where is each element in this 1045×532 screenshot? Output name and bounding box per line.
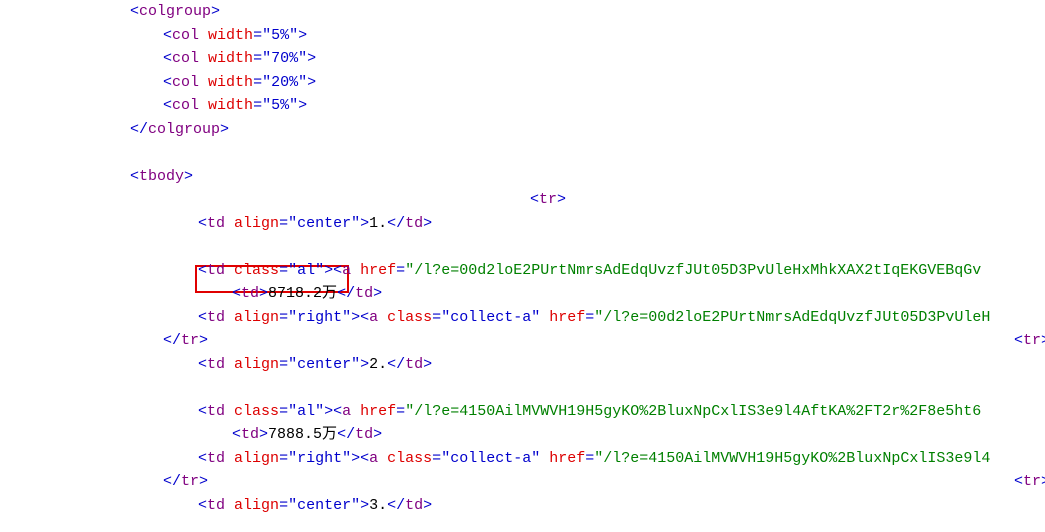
blank-line [0, 235, 1045, 259]
code-line: <col width="5%"> [163, 94, 1045, 118]
code-line: <td>7888.5万</td> [232, 423, 1045, 447]
code-line: <td class="al"><a href="/l?e=4150AilMVWV… [198, 400, 1045, 424]
code-line: <td align="right"><a class="collect-a" h… [198, 306, 1045, 330]
code-line: <colgroup> [130, 0, 1045, 24]
code-line: </tr> <tr> [163, 329, 1045, 353]
code-line: <td align="center">2.</td> [198, 353, 1045, 377]
code-line: <tr> [530, 188, 1045, 212]
blank-line [0, 141, 1045, 165]
code-line: <td align="center">1.</td> [198, 212, 1045, 236]
code-line: <col width="20%"> [163, 71, 1045, 95]
code-line: </tr> <tr> [163, 470, 1045, 494]
code-line: <tbody> [130, 165, 1045, 189]
code-line: <col width="5%"> [163, 24, 1045, 48]
code-line: <td align="right"><a class="collect-a" h… [198, 447, 1045, 471]
code-line: <td>8718.2万</td> [232, 282, 1045, 306]
code-line: <col width="70%"> [163, 47, 1045, 71]
code-line: <td align="center">3.</td> [198, 494, 1045, 518]
code-line: <td class="al"><a href="/l?e=00d2loE2PUr… [198, 259, 1045, 283]
code-line: </colgroup> [130, 118, 1045, 142]
blank-line [0, 376, 1045, 400]
